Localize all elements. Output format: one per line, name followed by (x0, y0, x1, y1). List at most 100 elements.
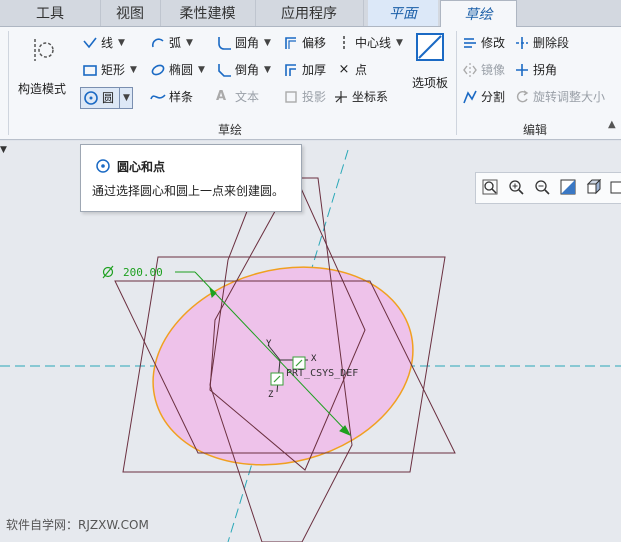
circle-center-point-icon (96, 159, 110, 173)
divider (456, 31, 457, 135)
point-icon: × (338, 62, 350, 77)
rectangle-icon (83, 65, 97, 76)
zoom-in-icon[interactable] (508, 179, 524, 195)
palette-icon (416, 33, 444, 61)
mirror-icon (463, 63, 477, 77)
chevron-down-icon[interactable]: ▼ (198, 60, 205, 80)
centerline-icon (343, 36, 345, 50)
modify-icon (464, 38, 476, 48)
centerline-button[interactable]: 中心线 ▼ (336, 33, 403, 53)
display-style-icon[interactable] (586, 179, 602, 195)
project-icon (285, 91, 297, 103)
chevron-down-icon[interactable]: ▼ (119, 88, 130, 108)
delete-segment-button[interactable]: 删除段 (514, 33, 569, 53)
tab-sketch[interactable]: 草绘 (440, 0, 517, 28)
corner-button[interactable]: 拐角 (514, 60, 557, 80)
coordsys-icon (335, 91, 347, 103)
refit-icon[interactable] (482, 179, 498, 195)
thicken-button[interactable]: 加厚 (283, 60, 326, 80)
construct-mode-button[interactable]: 构造模式 (14, 35, 70, 105)
repaint-icon[interactable] (560, 179, 576, 195)
ellipse-label: 椭圆 (169, 63, 194, 77)
coordsys-button[interactable]: 坐标系 (333, 87, 388, 107)
line-button[interactable]: 线 ▼ (82, 33, 125, 53)
chamfer-label: 倒角 (235, 63, 260, 77)
palette-button[interactable]: 选项板 (408, 31, 452, 101)
point-button[interactable]: × 点 (336, 60, 367, 80)
offset-button[interactable]: 偏移 (283, 33, 326, 53)
circle-label: 圆 (102, 91, 115, 105)
arc-icon (151, 38, 164, 48)
rectangle-label: 矩形 (101, 63, 126, 77)
text-icon: A (216, 89, 227, 104)
line-label: 线 (101, 36, 114, 50)
thicken-icon (285, 64, 296, 76)
modify-label: 修改 (481, 36, 506, 50)
corner-icon (516, 64, 528, 76)
circle-icon (84, 91, 98, 105)
csys-label: PRT_CSYS_DEF (286, 368, 358, 379)
ribbon-tab-bar: 工具 视图 柔性建模 应用程序 平面 草绘 (0, 0, 621, 28)
arc-label: 弧 (169, 36, 182, 50)
coordsys-label: 坐标系 (352, 90, 389, 104)
chevron-down-icon[interactable]: ▼ (264, 60, 271, 80)
sketched-ellipse[interactable] (131, 239, 436, 493)
palette-label: 选项板 (411, 76, 448, 90)
construct-mode-label: 构造模式 (17, 82, 66, 96)
chevron-down-icon[interactable]: ▼ (130, 60, 137, 80)
watermark: 软件自学网：RJZXW.COM (6, 518, 149, 532)
ellipse-icon (151, 64, 165, 76)
chevron-down-icon[interactable]: ▼ (264, 33, 271, 53)
chamfer-icon (218, 64, 231, 77)
corner-label: 拐角 (533, 63, 558, 77)
divide-button[interactable]: 分割 (462, 87, 505, 107)
fillet-label: 圆角 (235, 36, 260, 50)
delete-segment-icon (516, 37, 528, 49)
rectangle-button[interactable]: 矩形 ▼ (82, 60, 137, 80)
dimension-value[interactable]: 200.00 (123, 266, 163, 279)
arc-button[interactable]: 弧 ▼ (150, 33, 193, 53)
collapse-ribbon-icon[interactable]: ▲ (608, 119, 616, 130)
fillet-button[interactable]: 圆角 ▼ (216, 33, 271, 53)
fillet-icon (218, 37, 231, 50)
divide-icon (463, 90, 477, 104)
tab-flexible-modeling[interactable]: 柔性建模 (160, 0, 256, 26)
spline-label: 样条 (169, 90, 194, 104)
mirror-button[interactable]: 镜像 (462, 60, 505, 80)
thicken-label: 加厚 (302, 63, 327, 77)
chevron-down-icon[interactable]: ▼ (186, 33, 193, 53)
axis-y-label: Y (266, 339, 272, 349)
text-button[interactable]: A 文本 (216, 87, 259, 107)
mirror-label: 镜像 (481, 63, 506, 77)
tooltip: 圆心和点 通过选择圆心和圆上一点来创建圆。 (80, 144, 302, 212)
ribbon-panel: 构造模式 线 ▼ 矩形 ▼ 圆 ▼ 弧 ▼ 椭圆 ▼ 样条 圆角 ▼ 倒角 ▼ A 文本 (0, 27, 621, 140)
spline-icon (150, 94, 166, 100)
tooltip-title: 圆心和点 (117, 160, 166, 174)
circle-button[interactable]: 圆 ▼ (80, 87, 133, 109)
modify-button[interactable]: 修改 (462, 33, 505, 53)
ellipse-button[interactable]: 椭圆 ▼ (150, 60, 205, 80)
zoom-out-icon[interactable] (534, 179, 550, 195)
tab-view[interactable]: 视图 (100, 0, 161, 26)
chevron-down-icon[interactable]: ▼ (396, 33, 403, 53)
rotate-resize-button[interactable]: 旋转调整大小 (514, 87, 605, 107)
rotate-resize-icon (516, 90, 529, 103)
divide-label: 分割 (481, 90, 506, 104)
line-icon (83, 37, 97, 49)
tab-tools[interactable]: 工具 (0, 0, 101, 26)
centerline-label: 中心线 (355, 36, 392, 50)
project-button[interactable]: 投影 (283, 87, 326, 107)
saved-views-icon[interactable] (610, 179, 621, 195)
spline-button[interactable]: 样条 (150, 87, 193, 107)
chevron-down-icon[interactable]: ▼ (118, 33, 125, 53)
construct-mode-icon (34, 39, 54, 61)
group-label-edit: 编辑 (522, 123, 547, 137)
tab-plane[interactable]: 平面 (368, 0, 438, 26)
axis-z-label: Z (268, 390, 274, 400)
tooltip-description: 通过选择圆心和圆上一点来创建圆。 (92, 184, 285, 198)
project-label: 投影 (302, 90, 327, 104)
divider (8, 31, 9, 135)
chamfer-button[interactable]: 倒角 ▼ (216, 60, 271, 80)
tab-applications[interactable]: 应用程序 (255, 0, 364, 26)
offset-icon (285, 37, 296, 49)
